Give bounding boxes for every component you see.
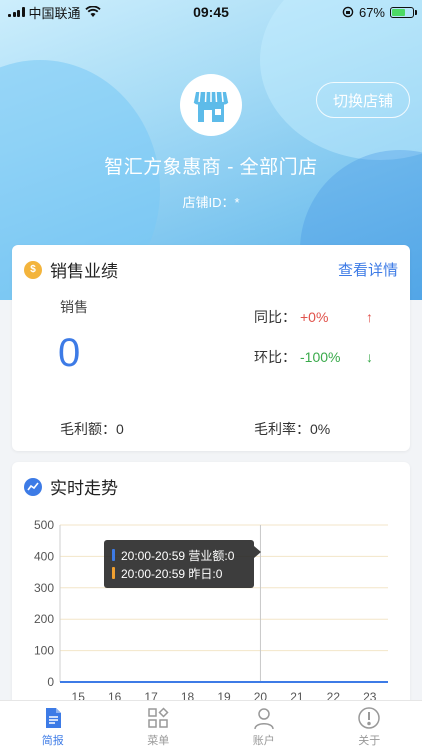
gross-margin: 毛利率：0%	[254, 419, 330, 439]
report-icon	[45, 708, 61, 728]
tooltip-row-sales: 20:00-20:59 营业额:0	[121, 548, 235, 563]
tab-label: 关于	[358, 735, 381, 747]
store-id-label: 店铺ID：	[182, 195, 235, 210]
battery-percent: 67%	[358, 4, 385, 20]
gross-profit-label: 毛利额：	[60, 421, 116, 437]
legend-marker	[112, 567, 115, 579]
tab-label: 账户	[252, 735, 275, 747]
yoy-value: +0%	[300, 309, 329, 325]
header-decoration	[260, 0, 422, 160]
tooltip-row-yesterday: 20:00-20:59 昨日:0	[121, 566, 223, 581]
store-name: 智汇方象惠商 - 全部门店	[104, 157, 318, 178]
battery-icon	[390, 6, 417, 18]
trend-chart-icon	[24, 477, 42, 496]
sales-label: 销售	[60, 299, 88, 315]
y-tick-label: 100	[34, 644, 54, 658]
tab-account[interactable]: 账户	[211, 701, 317, 750]
mom-stat: 环比： -100% ↓	[254, 347, 373, 367]
tab-report[interactable]: 简报	[0, 701, 106, 750]
mom-label: 环比：	[254, 349, 296, 365]
gross-profit-value: 0	[116, 421, 124, 437]
store-logo	[180, 74, 242, 136]
sales-value: 0	[58, 331, 81, 375]
gross-margin-label: 毛利率：	[254, 421, 310, 437]
storefront-icon	[193, 91, 229, 122]
card-title: 销售业绩	[50, 262, 118, 281]
realtime-trend-card: 实时走势 0 100 200 300 400 500 15 16 17 18 19 20 21 22 23 …	[12, 462, 410, 712]
y-tick-label: 0	[47, 675, 54, 689]
yoy-label: 同比：	[254, 309, 296, 325]
y-tick-label: 200	[34, 612, 54, 626]
y-tick-label: 400	[34, 549, 54, 563]
card-title: 实时走势	[50, 479, 118, 498]
y-tick-label: 300	[34, 581, 54, 595]
store-id-value: *	[234, 195, 240, 210]
account-icon	[254, 708, 274, 730]
view-detail-link[interactable]: 查看详情	[338, 259, 398, 280]
status-bar: 中国联通 09:45 67%	[0, 0, 422, 24]
tab-menu[interactable]: 菜单	[106, 701, 212, 750]
money-bag-icon: $	[24, 260, 42, 279]
clock: 09:45	[193, 4, 229, 20]
tab-label: 简报	[41, 735, 64, 747]
menu-grid-icon	[148, 707, 169, 728]
wifi-icon	[84, 6, 101, 17]
gross-profit: 毛利额：0	[60, 419, 124, 439]
mom-value: -100%	[300, 349, 341, 365]
store-id: 店铺ID：*	[0, 192, 422, 211]
tab-about[interactable]: 关于	[317, 701, 422, 750]
rotation-lock-icon	[342, 6, 354, 18]
switch-store-button[interactable]: 切换店铺	[316, 82, 410, 118]
tab-label: 菜单	[147, 735, 170, 747]
arrow-down-icon: ↓	[366, 349, 373, 365]
gross-margin-value: 0%	[310, 421, 331, 437]
arrow-up-icon: ↑	[366, 309, 373, 325]
signal-icon	[8, 7, 25, 17]
carrier-label: 中国联通	[28, 5, 81, 21]
legend-marker	[112, 549, 115, 561]
y-tick-label: 500	[34, 518, 54, 532]
chart-tooltip: 20:00-20:59 营业额:0 20:00-20:59 昨日:0	[104, 540, 261, 588]
yoy-stat: 同比： +0% ↑	[254, 307, 373, 327]
sales-performance-card: $ 销售业绩 查看详情 销售 0 同比： +0% ↑ 环比： -100% ↓ 毛…	[12, 245, 410, 451]
info-icon	[358, 707, 380, 729]
bottom-tab-bar: 简报 菜单 账户 关于	[0, 700, 422, 750]
